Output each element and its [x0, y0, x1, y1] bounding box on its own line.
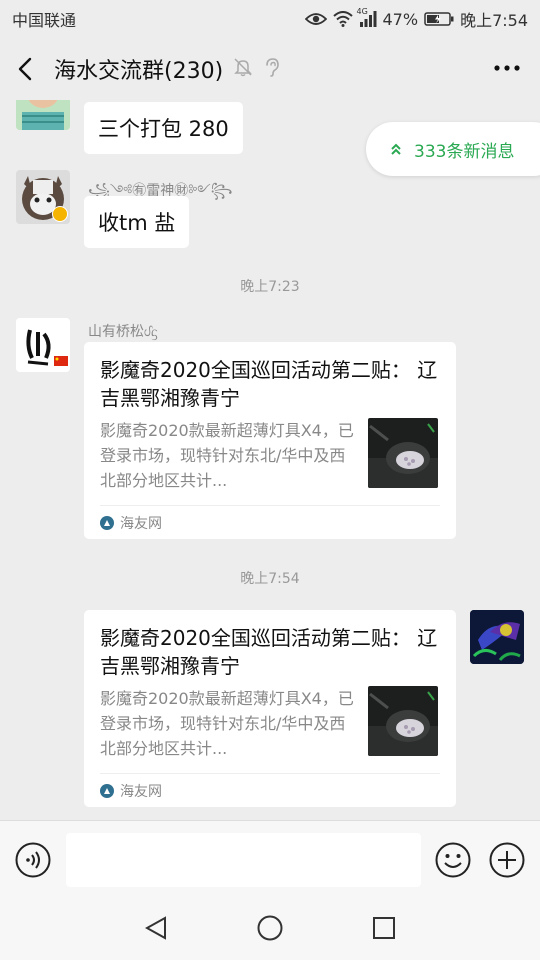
avatar[interactable] [16, 318, 70, 372]
verified-badge [52, 206, 68, 222]
more-functions-button[interactable] [489, 842, 525, 882]
link-thumbnail [368, 418, 438, 488]
my-avatar[interactable] [470, 610, 524, 664]
timestamp: 晚上7:23 [240, 279, 300, 295]
link-description: 影魔奇2020款最新超薄灯具X4，已登录市场，现特针对东北/华中及西北部分地区共… [100, 421, 354, 490]
sender-name: 山有桥松ᦔᦓ [88, 324, 158, 340]
chat-header: 海水交流群(230) [0, 38, 540, 100]
back-arrow-icon [18, 57, 32, 81]
source-icon [100, 783, 114, 798]
link-thumbnail [368, 686, 438, 756]
input-bar [0, 820, 540, 900]
system-navigation-bar [0, 900, 540, 960]
new-messages-label: 333条新消息 [414, 141, 515, 162]
message-input[interactable] [66, 833, 421, 887]
mute-bell-icon [233, 57, 253, 81]
more-dots-icon [494, 65, 520, 71]
emoji-button[interactable] [435, 842, 471, 882]
plus-icon [489, 842, 525, 878]
carrier-label: 中国联通 [12, 11, 77, 30]
home-circle-icon[interactable] [257, 915, 283, 945]
voice-button[interactable] [15, 842, 51, 882]
eye-icon [304, 12, 327, 26]
clock: 晚上7:54 [460, 11, 528, 30]
link-title: 影魔奇2020全国巡回活动第二贴： 辽吉黑鄂湘豫青宁 [100, 358, 438, 410]
wifi-icon [332, 11, 353, 27]
avatar[interactable] [16, 100, 70, 130]
battery-percent: 47% [382, 9, 419, 29]
link-title: 影魔奇2020全国巡回活动第二贴： 辽吉黑鄂湘豫青宁 [100, 626, 438, 678]
link-source: 海友网 [120, 515, 162, 532]
message-bubble[interactable]: 收tm 盐 [84, 196, 190, 248]
network-type-label: 4G [356, 7, 368, 16]
new-messages-button[interactable]: 333条新消息 [366, 122, 540, 176]
status-bar: 中国联通 4G 47% 晚上7:54 [0, 0, 540, 38]
page-title: 海水交流群(230) [54, 59, 224, 84]
emoji-icon [435, 842, 471, 878]
link-description: 影魔奇2020款最新超薄灯具X4，已登录市场，现特针对东北/华中及西北部分地区共… [100, 689, 354, 758]
message-text: 收tm 盐 [98, 211, 176, 235]
link-source: 海友网 [120, 783, 162, 800]
timestamp: 晚上7:54 [240, 571, 300, 587]
message-list[interactable]: 三个打包 280 333条新消息 ꧁༺㊒雷神㊖༻꧂ 收tm 盐 晚上7:23 山… [0, 100, 540, 820]
more-button[interactable] [492, 56, 522, 80]
source-icon [100, 515, 114, 530]
message-bubble[interactable]: 三个打包 280 [84, 102, 243, 154]
link-card[interactable]: 影魔奇2020全国巡回活动第二贴： 辽吉黑鄂湘豫青宁 影魔奇2020款最新超薄灯… [84, 610, 456, 807]
avatar[interactable] [16, 170, 70, 224]
back-triangle-icon[interactable] [144, 916, 167, 944]
signal-icon: 4G [357, 7, 377, 27]
message-text: 三个打包 280 [98, 117, 229, 141]
ear-icon [263, 57, 281, 81]
recents-square-icon[interactable] [373, 917, 395, 943]
voice-icon [15, 842, 51, 878]
link-card[interactable]: 影魔奇2020全国巡回活动第二贴： 辽吉黑鄂湘豫青宁 影魔奇2020款最新超薄灯… [84, 342, 456, 539]
battery-icon [424, 12, 454, 26]
double-chevron-up-icon [391, 143, 401, 155]
back-button[interactable] [0, 38, 50, 100]
